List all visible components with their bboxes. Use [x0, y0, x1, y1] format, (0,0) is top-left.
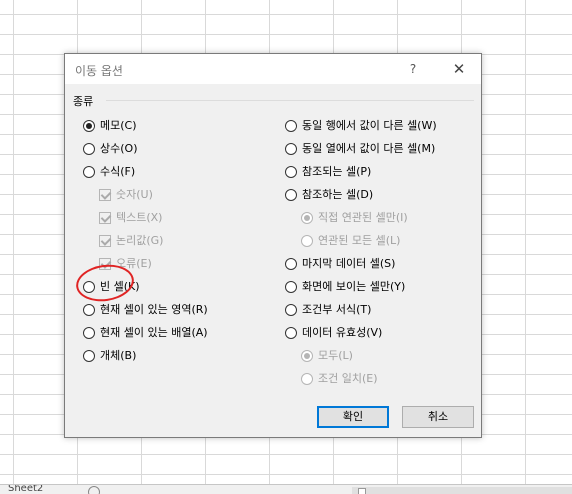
radio-icon[interactable]: [285, 189, 297, 201]
option-label: 참조되는 셀(P): [302, 165, 372, 178]
ok-button[interactable]: 확인: [317, 406, 389, 428]
radio-icon[interactable]: [285, 120, 297, 132]
option-label: 숫자(U): [116, 188, 153, 201]
option-label: 연관된 모든 셀(L): [318, 234, 401, 247]
radio-icon[interactable]: [301, 235, 313, 247]
option-label: 참조하는 셀(D): [302, 188, 374, 201]
radio-icon[interactable]: [83, 327, 95, 339]
checkbox-icon[interactable]: [99, 189, 111, 201]
option-label: 동일 열에서 값이 다른 셀(M): [302, 142, 436, 155]
dialog-titlebar: 이동 옵션 ? ✕: [65, 54, 481, 84]
option-label: 논리값(G): [116, 234, 164, 247]
radio-icon[interactable]: [301, 350, 313, 362]
option-label: 직접 연관된 셀만(I): [318, 211, 408, 224]
option-label: 텍스트(X): [116, 211, 163, 224]
option-label: 모두(L): [318, 349, 353, 362]
group-label: 종류: [73, 95, 94, 108]
go-to-special-dialog: 이동 옵션 ? ✕ 종류 메모(C) 상수(O) 수식(F) 숫자(U) 텍스트…: [64, 53, 482, 438]
option-label: 메모(C): [100, 119, 137, 132]
checkbox-icon[interactable]: [99, 212, 111, 224]
option-label: 오류(E): [116, 257, 152, 270]
radio-icon[interactable]: [285, 166, 297, 178]
radio-icon[interactable]: [83, 120, 95, 132]
scrollbar-thumb[interactable]: [358, 488, 366, 494]
option-label: 화면에 보이는 셀만(Y): [302, 280, 406, 293]
checkbox-icon[interactable]: [99, 235, 111, 247]
radio-icon[interactable]: [285, 258, 297, 270]
option-label: 수식(F): [100, 165, 136, 178]
radio-icon[interactable]: [83, 350, 95, 362]
radio-icon[interactable]: [83, 143, 95, 155]
group-divider: [106, 100, 474, 101]
radio-icon[interactable]: [83, 281, 95, 293]
radio-icon[interactable]: [301, 373, 313, 385]
option-label: 상수(O): [100, 142, 138, 155]
option-label: 조건부 서식(T): [302, 303, 372, 316]
radio-icon[interactable]: [83, 166, 95, 178]
cancel-button[interactable]: 취소: [402, 406, 474, 428]
close-button[interactable]: ✕: [447, 58, 471, 80]
radio-icon[interactable]: [285, 281, 297, 293]
radio-icon[interactable]: [285, 327, 297, 339]
option-label: 현재 셀이 있는 배열(A): [100, 326, 208, 339]
dialog-title: 이동 옵션: [75, 64, 123, 78]
radio-icon[interactable]: [301, 212, 313, 224]
radio-icon[interactable]: [83, 304, 95, 316]
option-label: 개체(B): [100, 349, 137, 362]
radio-icon[interactable]: [285, 304, 297, 316]
radio-icon[interactable]: [285, 143, 297, 155]
option-label: 조건 일치(E): [318, 372, 378, 385]
option-label: 데이터 유효성(V): [302, 326, 383, 339]
option-label: 동일 행에서 값이 다른 셀(W): [302, 119, 437, 132]
help-button[interactable]: ?: [401, 58, 425, 80]
option-label: 현재 셀이 있는 영역(R): [100, 303, 208, 316]
option-label: 빈 셀(K): [100, 280, 140, 293]
checkbox-icon[interactable]: [99, 258, 111, 270]
option-label: 마지막 데이터 셀(S): [302, 257, 396, 270]
